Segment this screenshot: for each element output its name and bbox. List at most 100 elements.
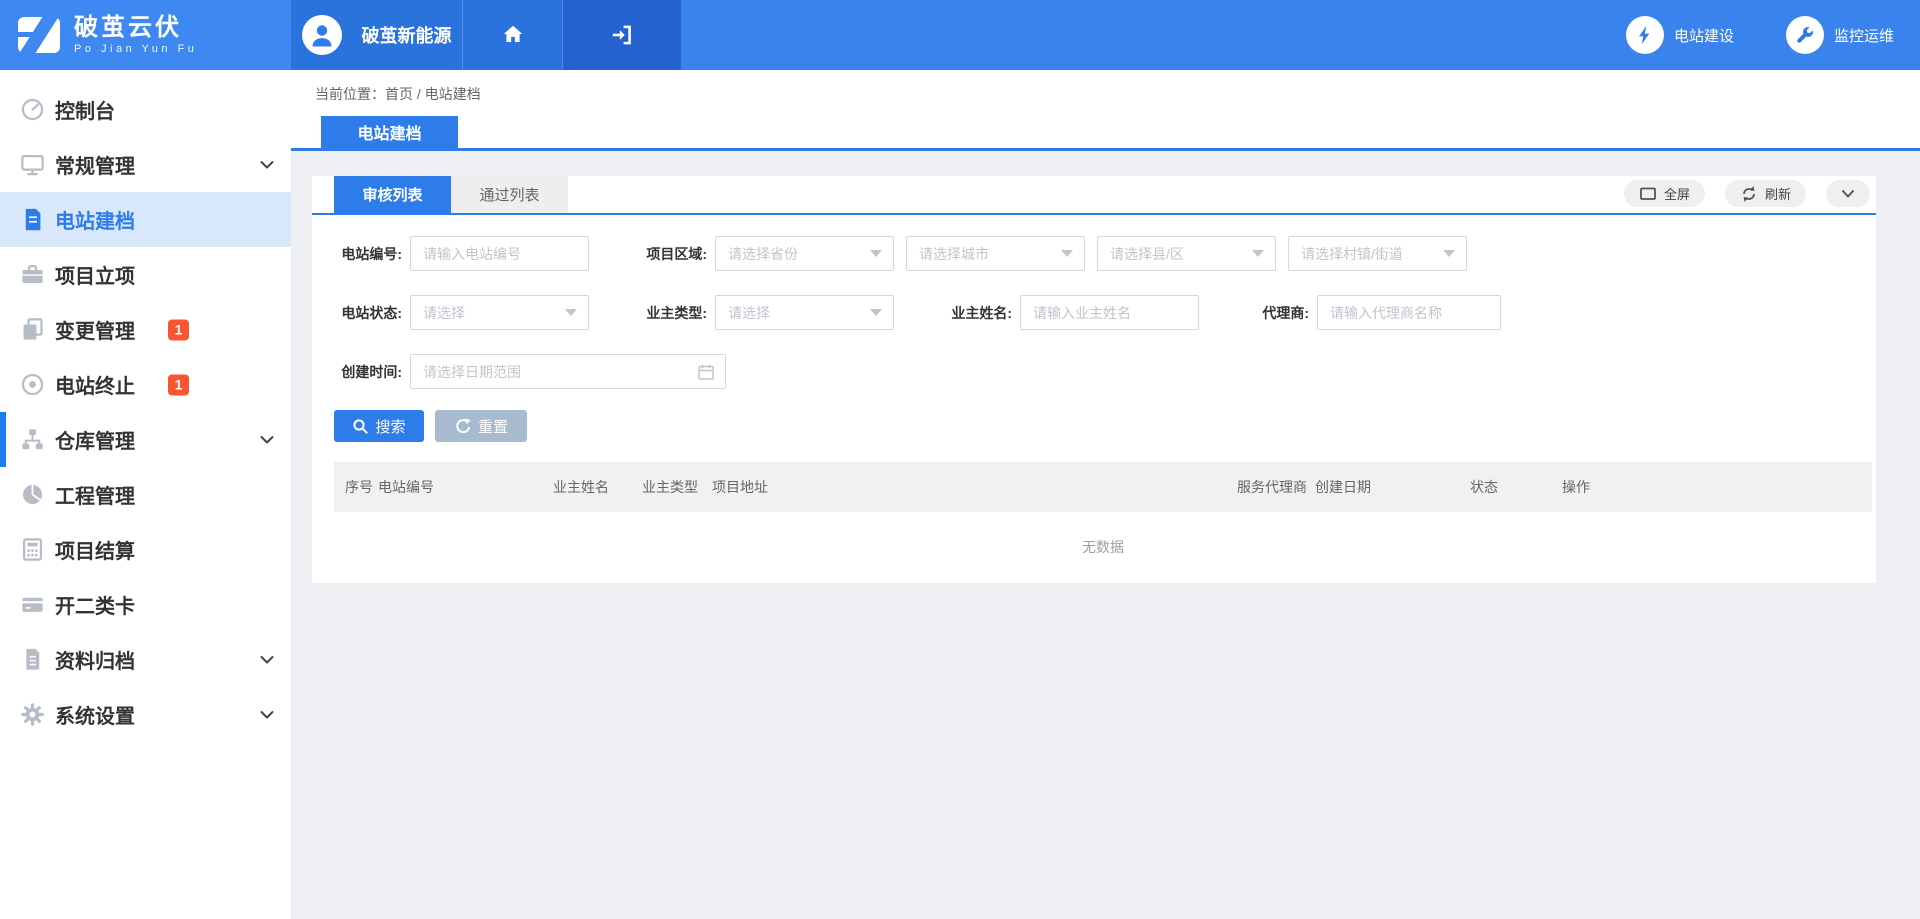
chevron-down-icon <box>260 710 274 719</box>
city-select[interactable]: 请选择城市 <box>906 236 1085 271</box>
filter-row-2: 电站状态: 请选择 业主类型: 请选择 业主姓名: 代理商: <box>334 295 1854 330</box>
sidebar-item-label: 项目立项 <box>55 260 135 289</box>
module-monitoring-ops[interactable]: 监控运维 <box>1786 16 1894 54</box>
bank-card-icon <box>19 591 46 618</box>
owner-name-label: 业主姓名: <box>944 303 1012 323</box>
city-placeholder: 请选择城市 <box>919 244 989 264</box>
col-created-date: 创建日期 <box>1315 462 1470 512</box>
sidebar-item-project-initiation[interactable]: 项目立项 <box>0 247 291 302</box>
tab-review-list[interactable]: 审核列表 <box>334 176 451 213</box>
date-range-input[interactable] <box>410 354 726 389</box>
sidebar-item-general-management[interactable]: 常规管理 <box>0 137 291 192</box>
breadcrumb-path: 首页 / 电站建档 <box>385 86 481 102</box>
sidebar-item-dashboard[interactable]: 控制台 <box>0 82 291 137</box>
reset-label: 重置 <box>478 416 508 437</box>
sidebar-item-warehouse-management[interactable]: 仓库管理 <box>0 412 291 467</box>
col-actions: 操作 <box>1562 462 1872 512</box>
filter-row-3: 创建时间: <box>334 354 1854 389</box>
owner-type-select[interactable]: 请选择 <box>715 295 894 330</box>
owner-type-label: 业主类型: <box>639 303 707 323</box>
page-tab-station-filing[interactable]: 电站建档 <box>321 116 458 148</box>
fullscreen-label: 全屏 <box>1664 184 1690 203</box>
region-label: 项目区域: <box>639 244 707 264</box>
sidebar-item-label: 项目结算 <box>55 535 135 564</box>
province-placeholder: 请选择省份 <box>728 244 798 264</box>
filter-row-1: 电站编号: 项目区域: 请选择省份 请选择城市 请选择县/区 请选择村镇/街道 <box>334 236 1854 271</box>
briefcase-icon <box>19 261 46 288</box>
gear-icon <box>19 701 46 728</box>
refresh-button[interactable]: 刷新 <box>1725 180 1806 207</box>
owner-name-input[interactable] <box>1020 295 1199 330</box>
sidebar-item-project-settlement[interactable]: 项目结算 <box>0 522 291 577</box>
sidebar-item-label: 资料归档 <box>55 645 135 674</box>
search-button[interactable]: 搜索 <box>334 410 424 442</box>
sidebar-item-label: 变更管理 <box>55 315 135 344</box>
results-table: 序号 电站编号 业主姓名 业主类型 项目地址 服务代理商 创建日期 状态 操作 … <box>334 462 1872 582</box>
col-status: 状态 <box>1470 462 1562 512</box>
sidebar-item-label: 工程管理 <box>55 480 135 509</box>
sidebar-item-second-class-card[interactable]: 开二类卡 <box>0 577 291 632</box>
sidebar-item-engineering-management[interactable]: 工程管理 <box>0 467 291 522</box>
module-station-construction[interactable]: 电站建设 <box>1626 16 1734 54</box>
dashboard-icon <box>19 96 46 123</box>
chevron-down-icon <box>260 435 274 444</box>
chevron-down-icon <box>260 160 274 169</box>
reset-icon <box>454 418 471 435</box>
lightning-icon <box>1626 16 1664 54</box>
caret-down-icon <box>870 250 882 257</box>
home-button[interactable] <box>462 0 562 70</box>
module-label: 监控运维 <box>1834 25 1894 46</box>
sign-in-icon <box>609 22 635 48</box>
target-icon <box>19 371 46 398</box>
empty-state: 无数据 <box>334 512 1872 582</box>
home-icon <box>500 22 526 48</box>
col-project-address: 项目地址 <box>712 462 1237 512</box>
chevron-down-icon <box>1841 189 1855 199</box>
pie-chart-icon <box>19 481 46 508</box>
sidebar-item-station-filing[interactable]: 电站建档 <box>0 192 291 247</box>
refresh-label: 刷新 <box>1765 184 1791 203</box>
col-index: 序号 <box>334 462 378 512</box>
main-area: 当前位置：首页 / 电站建档 电站建档 审核列表 通过列表 全屏 刷新 <box>291 70 1920 919</box>
sitemap-icon <box>19 426 46 453</box>
county-placeholder: 请选择县/区 <box>1110 244 1184 264</box>
sidebar-item-station-termination[interactable]: 电站终止 1 <box>0 357 291 412</box>
sidebar-item-data-archive[interactable]: 资料归档 <box>0 632 291 687</box>
topbar-spacer <box>681 0 1626 70</box>
calculator-icon <box>19 536 46 563</box>
table-header-row: 序号 电站编号 业主姓名 业主类型 项目地址 服务代理商 创建日期 状态 操作 <box>334 462 1872 512</box>
county-select[interactable]: 请选择县/区 <box>1097 236 1276 271</box>
brand-title: 破茧云伏 <box>74 15 197 41</box>
fullscreen-icon <box>1639 185 1657 203</box>
province-select[interactable]: 请选择省份 <box>715 236 894 271</box>
sidebar-item-system-settings[interactable]: 系统设置 <box>0 687 291 742</box>
sidebar-item-change-management[interactable]: 变更管理 1 <box>0 302 291 357</box>
archive-icon <box>19 646 46 673</box>
brand-logo-area: 破茧云伏 Po Jian Yun Fu <box>0 0 291 70</box>
fullscreen-button[interactable]: 全屏 <box>1624 180 1705 207</box>
calendar-icon <box>697 363 715 381</box>
content-card: 审核列表 通过列表 全屏 刷新 电站编号: 项目区域: <box>312 176 1876 583</box>
breadcrumb-strip: 当前位置：首页 / 电站建档 电站建档 <box>291 70 1920 151</box>
collapse-button[interactable] <box>1826 180 1870 207</box>
copy-icon <box>19 316 46 343</box>
station-status-select[interactable]: 请选择 <box>410 295 589 330</box>
sidebar-item-label: 电站建档 <box>55 205 135 234</box>
user-menu[interactable]: 破茧新能源 <box>291 0 462 70</box>
caret-down-icon <box>565 309 577 316</box>
tab-passed-list[interactable]: 通过列表 <box>451 176 568 213</box>
monitor-icon <box>19 151 46 178</box>
search-label: 搜索 <box>375 416 405 437</box>
sidebar-item-label: 开二类卡 <box>55 590 135 619</box>
col-owner-name: 业主姓名 <box>553 462 642 512</box>
caret-down-icon <box>1061 250 1073 257</box>
reset-button[interactable]: 重置 <box>435 410 527 442</box>
agent-input[interactable] <box>1317 295 1501 330</box>
village-select[interactable]: 请选择村镇/街道 <box>1288 236 1467 271</box>
sign-in-button[interactable] <box>562 0 681 70</box>
document-icon <box>19 206 46 233</box>
filter-actions: 搜索 重置 <box>334 410 1854 442</box>
caret-down-icon <box>1252 250 1264 257</box>
station-no-input[interactable] <box>410 236 589 271</box>
top-bar: 破茧云伏 Po Jian Yun Fu 破茧新能源 <box>0 0 1920 70</box>
